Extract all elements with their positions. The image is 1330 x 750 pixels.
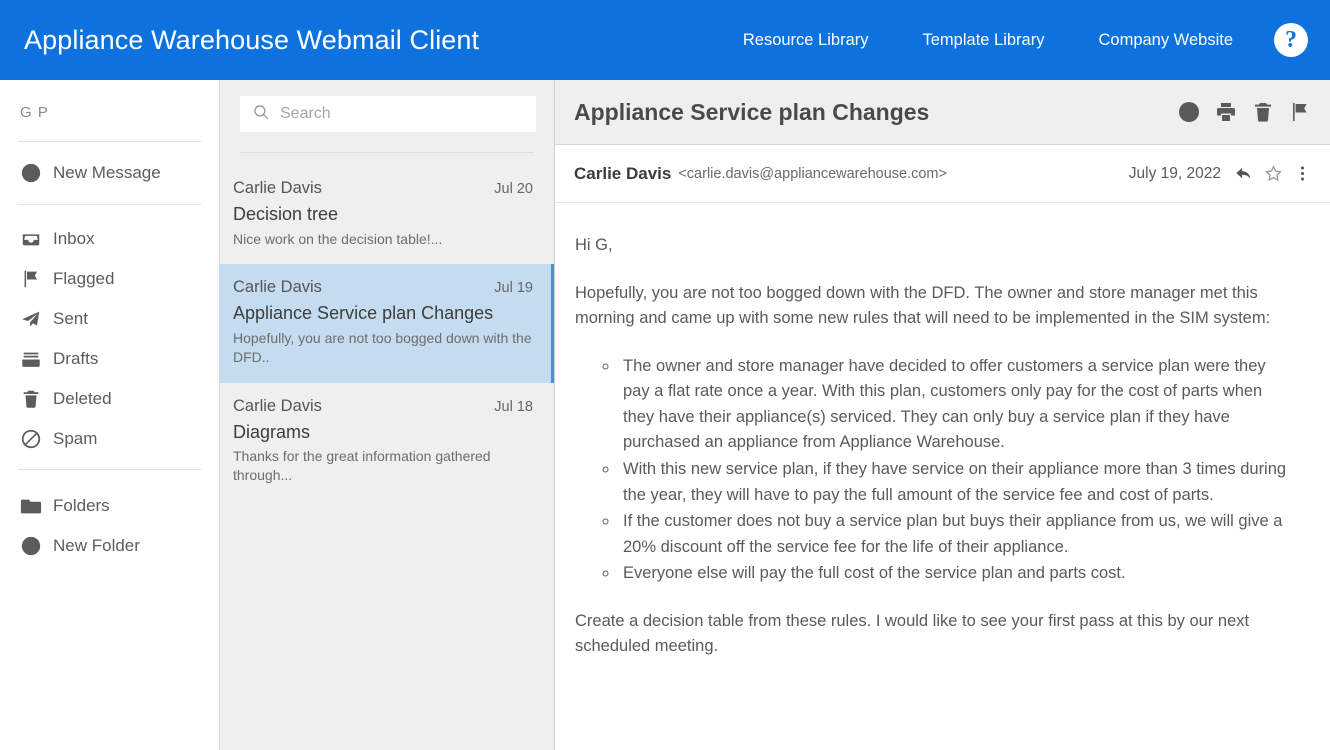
block-icon — [20, 428, 42, 450]
sidebar-label-sent: Sent — [53, 309, 88, 328]
search-container — [220, 80, 554, 132]
message-date: Jul 20 — [494, 181, 533, 197]
help-icon[interactable]: ? — [1274, 23, 1308, 57]
email-subject: Appliance Service plan Changes — [574, 98, 930, 125]
plus-circle-icon — [20, 162, 42, 184]
message-sender: Carlie Davis — [233, 396, 322, 415]
email-rule-item: Everyone else will pay the full cost of … — [619, 561, 1291, 587]
sidebar-label-spam: Spam — [53, 429, 98, 448]
nav-link-resource-library[interactable]: Resource Library — [716, 31, 896, 50]
more-vertical-icon[interactable] — [1293, 164, 1312, 183]
sender-email: <carlie.davis@appliancewarehouse.com> — [678, 165, 947, 182]
sender-row: Carlie Davis <carlie.davis@applianceware… — [555, 145, 1330, 203]
new-message-label: New Message — [53, 163, 161, 182]
workspace: G P New Message Inbox Flagged Sent Draft… — [0, 80, 1330, 750]
app-header: Appliance Warehouse Webmail Client Resou… — [0, 0, 1330, 80]
sidebar-item-deleted[interactable]: Deleted — [16, 379, 203, 419]
email-closing: Create a decision table from these rules… — [575, 611, 1250, 656]
sidebar-item-drafts[interactable]: Drafts — [16, 339, 203, 379]
message-date: Jul 19 — [494, 280, 533, 297]
message-list-panel: Carlie Davis Jul 20 Decision tree Nice w… — [220, 80, 555, 750]
message-sender: Carlie Davis — [233, 278, 322, 297]
sidebar-label-flagged: Flagged — [53, 269, 115, 288]
drafts-icon — [20, 348, 42, 370]
nav-link-company-website[interactable]: Company Website — [1071, 31, 1260, 50]
message-sender: Carlie Davis — [233, 179, 322, 197]
sidebar: G P New Message Inbox Flagged Sent Draft… — [0, 80, 220, 750]
email-rule-item: With this new service plan, if they have… — [619, 457, 1291, 508]
message-items: Carlie Davis Jul 20 Decision tree Nice w… — [220, 153, 554, 501]
nav-link-template-library[interactable]: Template Library — [896, 31, 1072, 50]
reader-toolbar: Appliance Service plan Changes — [555, 80, 1330, 145]
sidebar-label-new-folder: New Folder — [53, 536, 140, 555]
message-list-item-0[interactable]: Carlie Davis Jul 20 Decision tree Nice w… — [220, 165, 554, 264]
search-icon — [252, 103, 270, 126]
sender-name: Carlie Davis — [574, 163, 672, 183]
message-date: Jul 18 — [494, 398, 533, 415]
trash-icon — [20, 388, 42, 410]
message-preview: Hopefully, you are not too bogged down w… — [233, 329, 532, 365]
search-box[interactable] — [240, 96, 536, 132]
add-icon[interactable] — [1177, 100, 1201, 124]
star-icon[interactable] — [1264, 164, 1283, 183]
message-subject: Diagrams — [233, 421, 311, 442]
sidebar-item-new-folder[interactable]: New Folder — [16, 526, 203, 566]
message-meta-row: Carlie Davis Jul 18 — [233, 397, 533, 416]
sender-action-group: July 19, 2022 — [1129, 164, 1312, 183]
email-rule-item: If the customer does not buy a service p… — [619, 509, 1291, 560]
search-input[interactable] — [280, 105, 524, 123]
sidebar-item-flagged[interactable]: Flagged — [16, 259, 203, 299]
message-preview: Nice work on the decision table!... — [233, 230, 443, 247]
plus-circle-icon — [20, 535, 42, 557]
email-body: Hi G, Hopefully, you are not too bogged … — [555, 203, 1330, 750]
sidebar-folder-group: Inbox Flagged Sent Drafts Deleted Spam — [16, 205, 203, 469]
user-initials: G P — [20, 104, 49, 121]
header-nav: Resource Library Template Library Compan… — [716, 23, 1308, 57]
sidebar-item-folders[interactable]: Folders — [16, 486, 203, 526]
message-preview: Thanks for the great information gathere… — [233, 448, 491, 484]
reader-action-group — [1177, 100, 1312, 124]
message-subject: Appliance Service plan Changes — [233, 303, 494, 324]
sidebar-label-deleted: Deleted — [53, 389, 112, 408]
print-icon[interactable] — [1214, 100, 1238, 124]
sent-date: July 19, 2022 — [1128, 164, 1221, 182]
app-title: Appliance Warehouse Webmail Client — [24, 24, 480, 55]
reading-pane: Appliance Service plan Changes Carlie Da… — [555, 80, 1330, 750]
message-list-item-2[interactable]: Carlie Davis Jul 18 Diagrams Thanks for … — [220, 383, 554, 501]
sidebar-label-folders: Folders — [53, 496, 110, 515]
inbox-icon — [20, 228, 42, 250]
message-meta-row: Carlie Davis Jul 20 — [233, 179, 533, 198]
sidebar-label-drafts: Drafts — [53, 349, 99, 368]
delete-icon[interactable] — [1251, 100, 1275, 124]
flag-icon[interactable] — [1288, 100, 1312, 124]
reply-icon[interactable] — [1235, 164, 1254, 183]
message-list-item-1[interactable]: Carlie Davis Jul 19 Appliance Service pl… — [220, 264, 554, 383]
paper-plane-icon — [20, 308, 42, 330]
email-intro: Hopefully, you are not too bogged down w… — [575, 283, 1271, 328]
sidebar-item-spam[interactable]: Spam — [16, 419, 203, 459]
folder-icon — [20, 495, 42, 517]
email-greeting: Hi G, — [575, 236, 613, 254]
sidebar-item-inbox[interactable]: Inbox — [16, 219, 203, 259]
message-subject: Decision tree — [233, 204, 339, 224]
message-meta-row: Carlie Davis Jul 19 — [233, 278, 533, 297]
email-rule-item: The owner and store manager have decided… — [619, 354, 1291, 456]
email-rules-list: The owner and store manager have decided… — [619, 354, 1291, 587]
sidebar-folders-group: Folders New Folder — [16, 470, 203, 566]
flag-icon — [20, 268, 42, 290]
new-message-button[interactable]: New Message — [16, 142, 203, 204]
sidebar-item-sent[interactable]: Sent — [16, 299, 203, 339]
sidebar-label-inbox: Inbox — [53, 229, 95, 248]
